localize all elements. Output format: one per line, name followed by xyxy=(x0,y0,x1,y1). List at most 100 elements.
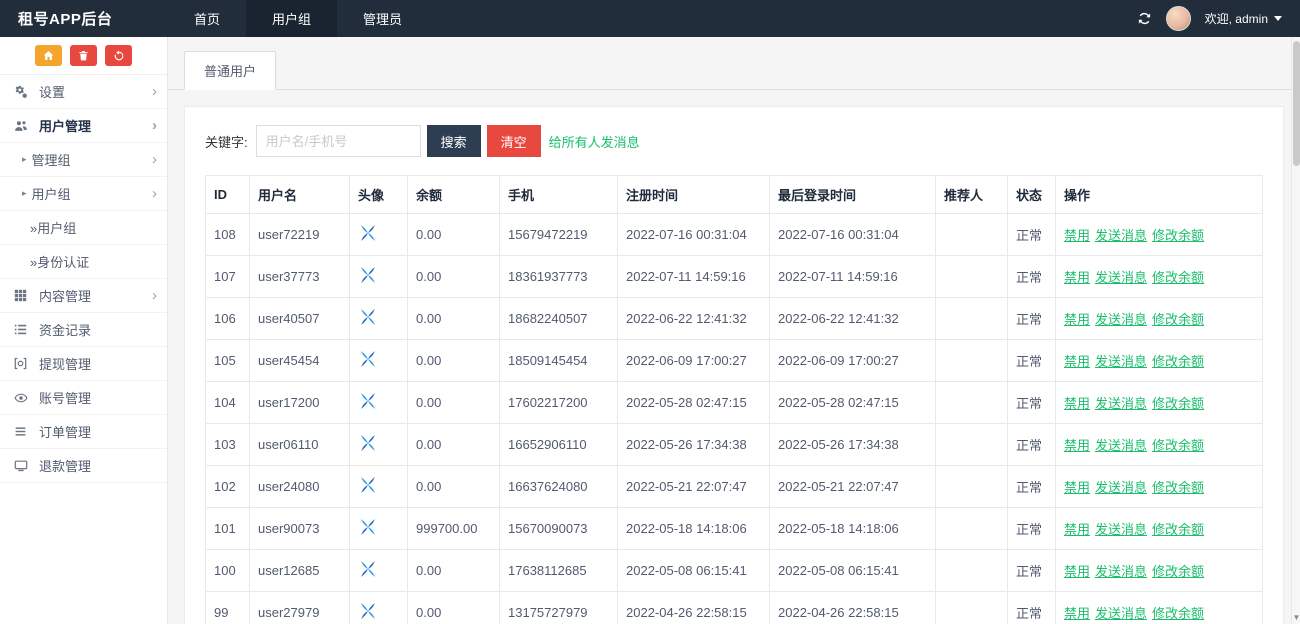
cell-status: 正常 xyxy=(1008,424,1056,466)
cell-balance: 0.00 xyxy=(408,214,500,256)
sidebar-item[interactable]: 设置› xyxy=(0,75,167,109)
edit-balance-link[interactable]: 修改余额 xyxy=(1152,396,1204,411)
sidebar-item[interactable]: ▸管理组› xyxy=(0,143,167,177)
sidebar-item[interactable]: 提现管理 xyxy=(0,347,167,381)
cell-registered: 2022-05-18 14:18:06 xyxy=(618,508,770,550)
trash-button[interactable] xyxy=(70,45,97,66)
sidebar-menu: 设置›用户管理›▸管理组›▸用户组›»用户组»身份认证内容管理›资金记录提现管理… xyxy=(0,75,167,483)
sidebar-item[interactable]: 内容管理› xyxy=(0,279,167,313)
edit-balance-link[interactable]: 修改余额 xyxy=(1152,228,1204,243)
disable-link[interactable]: 禁用 xyxy=(1064,228,1090,243)
sidebar-item[interactable]: »用户组 xyxy=(0,211,167,245)
scrollbar-thumb[interactable] xyxy=(1293,41,1300,166)
disable-link[interactable]: 禁用 xyxy=(1064,438,1090,453)
cell-balance: 0.00 xyxy=(408,550,500,592)
disable-link[interactable]: 禁用 xyxy=(1064,480,1090,495)
bars-icon xyxy=(14,425,34,438)
cell-avatar xyxy=(350,298,408,340)
clear-button[interactable]: 清空 xyxy=(487,125,541,157)
disable-link[interactable]: 禁用 xyxy=(1064,354,1090,369)
send-message-link[interactable]: 发送消息 xyxy=(1095,312,1147,327)
nav-item-2[interactable]: 管理员 xyxy=(337,0,428,37)
sidebar-item[interactable]: »身份认证 xyxy=(0,245,167,279)
refresh-icon[interactable] xyxy=(1137,11,1152,26)
refresh-button[interactable] xyxy=(105,45,132,66)
disable-link[interactable]: 禁用 xyxy=(1064,396,1090,411)
user-avatar-icon xyxy=(358,265,378,285)
disable-link[interactable]: 禁用 xyxy=(1064,522,1090,537)
table-row: 101user90073999700.00156700900732022-05-… xyxy=(206,508,1263,550)
disable-link[interactable]: 禁用 xyxy=(1064,606,1090,621)
sidebar-item[interactable]: 账号管理 xyxy=(0,381,167,415)
trash-icon xyxy=(78,50,89,61)
chevron-down-icon xyxy=(1274,16,1282,21)
column-header: 余额 xyxy=(408,176,500,214)
cell-id: 100 xyxy=(206,550,250,592)
edit-balance-link[interactable]: 修改余额 xyxy=(1152,270,1204,285)
tab-normal-users[interactable]: 普通用户 xyxy=(184,51,276,90)
send-message-link[interactable]: 发送消息 xyxy=(1095,480,1147,495)
edit-balance-link[interactable]: 修改余额 xyxy=(1152,564,1204,579)
search-button[interactable]: 搜索 xyxy=(427,125,481,157)
cell-username: user24080 xyxy=(250,466,350,508)
chevron-right-icon: › xyxy=(152,288,157,303)
cell-avatar xyxy=(350,592,408,624)
sidebar-item[interactable]: 用户管理› xyxy=(0,109,167,143)
table-row: 100user126850.00176381126852022-05-08 06… xyxy=(206,550,1263,592)
cell-referrer xyxy=(936,592,1008,624)
edit-balance-link[interactable]: 修改余额 xyxy=(1152,606,1204,621)
cell-username: user06110 xyxy=(250,424,350,466)
cell-registered: 2022-05-21 22:07:47 xyxy=(618,466,770,508)
cell-status: 正常 xyxy=(1008,214,1056,256)
disable-link[interactable]: 禁用 xyxy=(1064,312,1090,327)
content-card: 关键字: 搜索 清空 给所有人发消息 ID用户名头像余额手机注册时间最后登录时间… xyxy=(184,106,1284,624)
send-message-link[interactable]: 发送消息 xyxy=(1095,270,1147,285)
nav-item-0[interactable]: 首页 xyxy=(168,0,246,37)
withdraw-icon xyxy=(14,357,34,370)
send-message-link[interactable]: 发送消息 xyxy=(1095,228,1147,243)
gear-icon xyxy=(14,85,34,99)
cell-actions: 禁用发送消息修改余额 xyxy=(1056,550,1263,592)
cell-registered: 2022-07-16 00:31:04 xyxy=(618,214,770,256)
edit-balance-link[interactable]: 修改余额 xyxy=(1152,438,1204,453)
edit-balance-link[interactable]: 修改余额 xyxy=(1152,354,1204,369)
disable-link[interactable]: 禁用 xyxy=(1064,270,1090,285)
send-message-link[interactable]: 发送消息 xyxy=(1095,522,1147,537)
table-row: 102user240800.00166376240802022-05-21 22… xyxy=(206,466,1263,508)
scrollbar-track[interactable]: ▼ xyxy=(1291,37,1300,624)
cell-last-login: 2022-07-16 00:31:04 xyxy=(770,214,936,256)
search-input[interactable] xyxy=(256,125,421,157)
disable-link[interactable]: 禁用 xyxy=(1064,564,1090,579)
home-button[interactable] xyxy=(35,45,62,66)
user-avatar-icon xyxy=(358,433,378,453)
cell-balance: 0.00 xyxy=(408,592,500,624)
cell-last-login: 2022-04-26 22:58:15 xyxy=(770,592,936,624)
scrollbar-down-arrow[interactable]: ▼ xyxy=(1292,613,1300,622)
sidebar-item[interactable]: 退款管理 xyxy=(0,449,167,483)
sidebar-item[interactable]: ▸用户组› xyxy=(0,177,167,211)
cell-registered: 2022-05-26 17:34:38 xyxy=(618,424,770,466)
cell-last-login: 2022-06-22 12:41:32 xyxy=(770,298,936,340)
sidebar-item-label: 用户组 xyxy=(32,184,71,203)
home-icon xyxy=(43,50,54,61)
edit-balance-link[interactable]: 修改余额 xyxy=(1152,480,1204,495)
broadcast-message-link[interactable]: 给所有人发消息 xyxy=(549,132,640,151)
edit-balance-link[interactable]: 修改余额 xyxy=(1152,312,1204,327)
keyword-label: 关键字: xyxy=(205,132,248,151)
sidebar-item[interactable]: 资金记录 xyxy=(0,313,167,347)
send-message-link[interactable]: 发送消息 xyxy=(1095,438,1147,453)
cell-avatar xyxy=(350,340,408,382)
welcome-dropdown[interactable]: 欢迎, admin xyxy=(1205,10,1282,27)
cell-balance: 0.00 xyxy=(408,466,500,508)
send-message-link[interactable]: 发送消息 xyxy=(1095,606,1147,621)
send-message-link[interactable]: 发送消息 xyxy=(1095,396,1147,411)
edit-balance-link[interactable]: 修改余额 xyxy=(1152,522,1204,537)
navbar-right: 欢迎, admin xyxy=(1137,0,1300,37)
cell-balance: 0.00 xyxy=(408,382,500,424)
sidebar-item[interactable]: 订单管理 xyxy=(0,415,167,449)
cell-username: user45454 xyxy=(250,340,350,382)
table-row: 99user279790.00131757279792022-04-26 22:… xyxy=(206,592,1263,624)
nav-item-1[interactable]: 用户组 xyxy=(246,0,337,37)
send-message-link[interactable]: 发送消息 xyxy=(1095,564,1147,579)
send-message-link[interactable]: 发送消息 xyxy=(1095,354,1147,369)
